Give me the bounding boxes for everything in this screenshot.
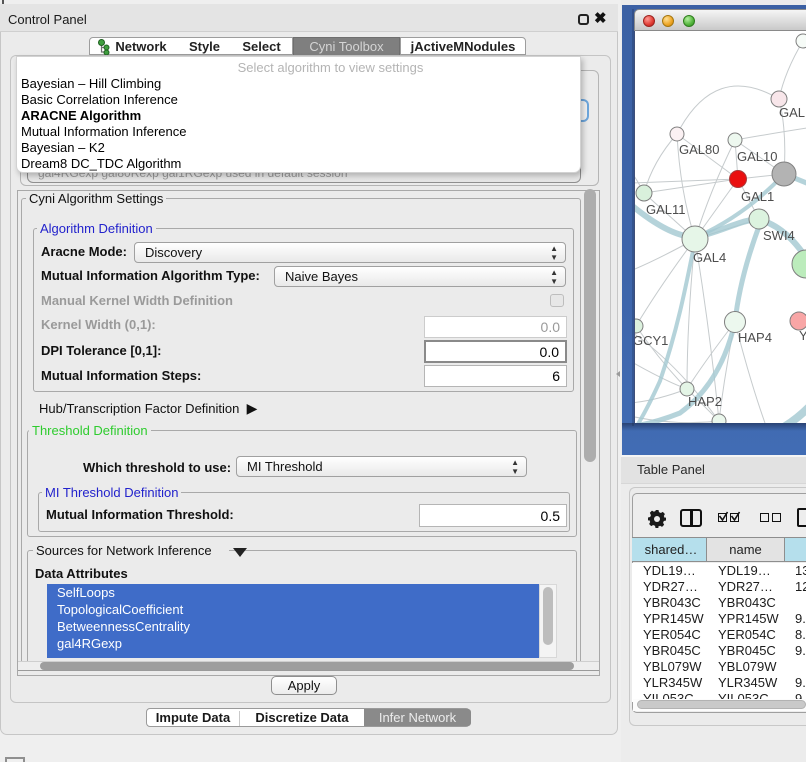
svg-text:HAP4: HAP4 <box>738 330 772 345</box>
svg-text:GAL80: GAL80 <box>679 142 719 157</box>
svg-text:GAL10: GAL10 <box>737 149 777 164</box>
svg-text:HAP2: HAP2 <box>688 394 722 409</box>
svg-text:GAL: GAL <box>779 105 805 120</box>
svg-text:SWI4: SWI4 <box>763 228 795 243</box>
svg-text:GCY1: GCY1 <box>635 333 668 348</box>
svg-text:Y: Y <box>799 328 806 343</box>
svg-text:GAL4: GAL4 <box>693 250 726 265</box>
svg-text:GAL1: GAL1 <box>741 189 774 204</box>
svg-text:GAL11: GAL11 <box>646 202 686 217</box>
